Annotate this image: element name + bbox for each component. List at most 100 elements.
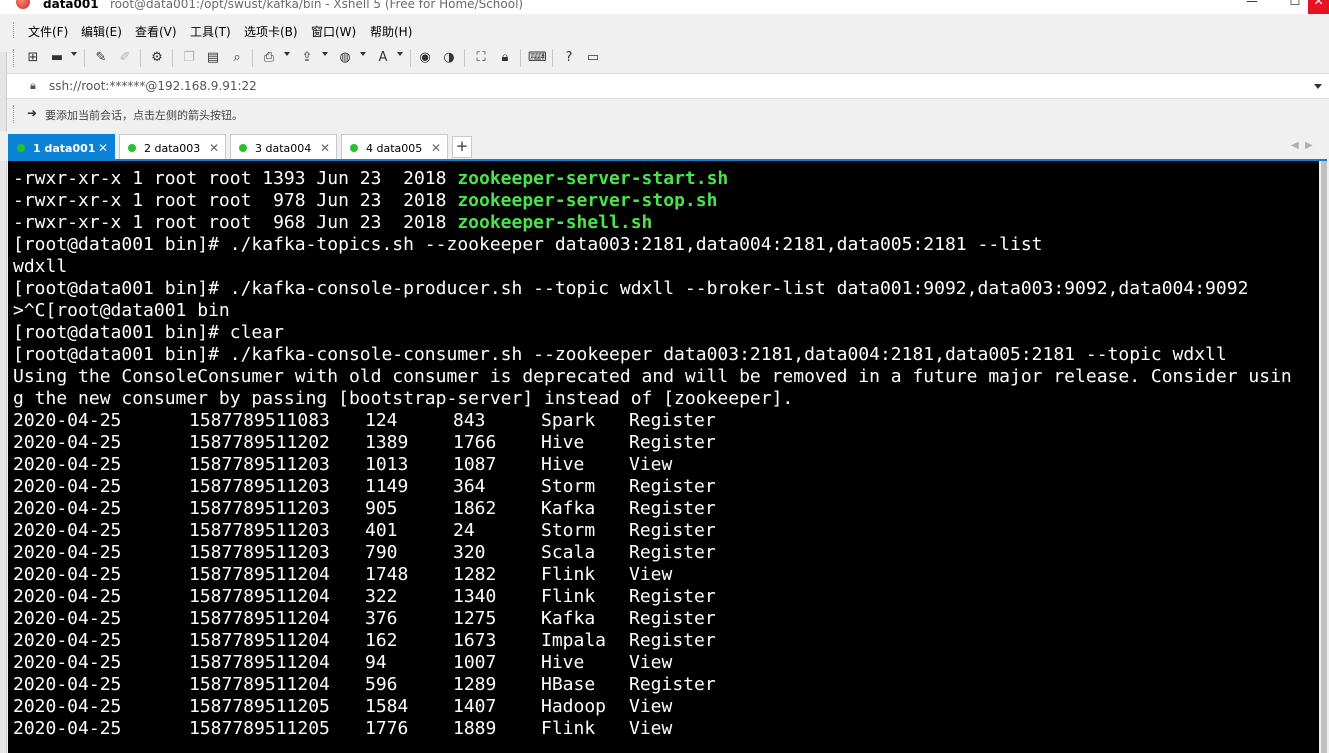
tab-data004[interactable]: 3 data004 ✕ <box>230 134 337 160</box>
paste-icon[interactable]: ▤ <box>204 49 222 67</box>
help-icon[interactable]: ? <box>560 49 578 67</box>
tab-data001[interactable]: 1 data001 ✕ <box>8 134 115 160</box>
tab-close-icon[interactable]: ✕ <box>98 141 108 155</box>
record-cell: View <box>629 696 673 717</box>
toolbar-separator <box>84 49 85 67</box>
terminal-line: >^C[root@data001 bin <box>13 300 230 321</box>
menu-window[interactable]: 窗口(W) <box>311 23 356 40</box>
record-cell: 322 <box>365 586 398 607</box>
transfer-dropdown-icon[interactable] <box>322 52 328 56</box>
record-cell: View <box>629 564 673 585</box>
record-cell: 401 <box>365 520 398 541</box>
terminal-scrollbar[interactable] <box>1319 161 1329 753</box>
minimize-button[interactable]: — <box>1229 0 1275 14</box>
toolbar-separator <box>140 49 141 67</box>
menu-file[interactable]: 文件(F) <box>28 23 68 40</box>
scrollbar-thumb[interactable] <box>1321 161 1327 753</box>
tab-bar: 1 data001 ✕ 2 data003 ✕ 3 data004 ✕ 4 da… <box>0 131 1329 161</box>
record-cell: 1587789511205 <box>189 718 330 739</box>
record-cell: 1275 <box>453 608 497 629</box>
script-icon[interactable]: ◉ <box>416 49 434 67</box>
xshell-app-icon <box>16 0 30 9</box>
terminal[interactable]: -rwxr-xr-x 1 root root 1393 Jun 23 2018 … <box>8 161 1319 753</box>
address-field[interactable]: ssh://root:******@192.168.9.91:22 <box>49 79 257 93</box>
new-session-icon[interactable]: ⊞ <box>24 49 42 67</box>
record-cell: Hadoop <box>541 696 607 717</box>
connect-icon[interactable]: ✎ <box>92 49 110 67</box>
keyboard-icon[interactable]: ⌨ <box>528 49 547 67</box>
record-cell: 1587789511204 <box>189 564 330 585</box>
tab-scroll-right-icon[interactable]: ▶ <box>1305 140 1313 151</box>
record-cell: 1587789511203 <box>189 476 330 497</box>
print-icon[interactable]: ⎙ <box>260 49 278 67</box>
tab-label: 2 data003 <box>144 142 201 155</box>
menu-edit[interactable]: 编辑(E) <box>81 23 122 40</box>
font-icon[interactable]: A <box>374 49 392 67</box>
tab-scroll-left-icon[interactable]: ◀ <box>1291 140 1299 151</box>
record-cell: View <box>629 718 673 739</box>
new-tab-button[interactable]: + <box>452 136 472 158</box>
print-dropdown-icon[interactable] <box>284 52 290 56</box>
record-cell: 1587789511203 <box>189 542 330 563</box>
copy-icon[interactable]: ❐ <box>180 49 198 67</box>
terminal-line: [root@data001 bin]# ./kafka-console-prod… <box>13 278 1249 299</box>
record-cell: Register <box>629 410 716 431</box>
record-cell: 1087 <box>453 454 497 475</box>
font-dropdown-icon[interactable] <box>397 52 403 56</box>
record-cell: 2020-04-25 <box>13 608 122 629</box>
window-title: root@data001:/opt/swust/kafka/bin - Xshe… <box>110 0 524 11</box>
record-cell: 2020-04-25 <box>13 410 122 431</box>
record-cell: 2020-04-25 <box>13 542 122 563</box>
record-cell: 1587789511203 <box>189 454 330 475</box>
record-cell: Register <box>629 674 716 695</box>
globe-icon[interactable]: ◍ <box>336 49 354 67</box>
lock-icon[interactable]: 🔒︎ <box>496 49 514 67</box>
menu-tools[interactable]: 工具(T) <box>190 23 231 40</box>
connected-status-icon <box>239 144 247 152</box>
find-icon[interactable]: ⌕ <box>228 49 246 67</box>
close-window-button[interactable]: ✕ <box>1308 0 1329 14</box>
record-cell: 1587789511204 <box>189 630 330 651</box>
tab-data005[interactable]: 4 data005 ✕ <box>341 134 448 160</box>
executable-filename: zookeeper-shell.sh <box>457 212 653 233</box>
record-cell: Hive <box>541 652 585 673</box>
record-cell: 1673 <box>453 630 497 651</box>
record-cell: 2020-04-25 <box>13 674 122 695</box>
fullscreen-icon[interactable]: ⛶ <box>472 49 490 67</box>
menu-help[interactable]: 帮助(H) <box>370 23 412 40</box>
terminal-line: g the new consumer by passing [bootstrap… <box>13 388 794 409</box>
session-properties-icon[interactable]: ⚙ <box>148 49 166 67</box>
menu-tabs[interactable]: 选项卡(B) <box>244 23 298 40</box>
record-cell: 2020-04-25 <box>13 586 122 607</box>
toolbar: ⊞ ▬ ✎ ✐ ⚙ ❐ ▤ ⌕ ⎙ ⇪ ◍ A ◉ ◑ ⛶ 🔒︎ ⌨ ? ▭ <box>0 43 1329 74</box>
transfer-icon[interactable]: ⇪ <box>298 49 316 67</box>
record-cell: 1340 <box>453 586 497 607</box>
terminal-line: wdxll <box>13 256 68 277</box>
chat-icon[interactable]: ▭ <box>584 49 602 67</box>
toolbar-separator <box>552 49 553 67</box>
terminal-line: [root@data001 bin]# ./kafka-console-cons… <box>13 344 1227 365</box>
toolbar-grip <box>13 49 16 67</box>
globe-dropdown-icon[interactable] <box>360 52 366 56</box>
record-cell: Register <box>629 498 716 519</box>
tab-close-icon[interactable]: ✕ <box>209 141 219 155</box>
disconnect-icon[interactable]: ✐ <box>116 49 134 67</box>
tab-label: 1 data001 <box>33 142 96 155</box>
tab-label: 4 data005 <box>366 142 423 155</box>
record-cell: 2020-04-25 <box>13 454 122 475</box>
open-dropdown-icon[interactable] <box>71 52 77 56</box>
tab-close-icon[interactable]: ✕ <box>320 141 330 155</box>
add-session-arrow-icon[interactable]: ➜ <box>27 106 37 120</box>
record-cell: 1282 <box>453 564 497 585</box>
open-folder-icon[interactable]: ▬ <box>48 49 66 67</box>
record-icon[interactable]: ◑ <box>440 49 458 67</box>
address-dropdown-icon[interactable] <box>1314 84 1322 89</box>
terminal-line: -rwxr-xr-x 1 root root 978 Jun 23 2018 z… <box>13 190 718 211</box>
menu-view[interactable]: 查看(V) <box>135 23 177 40</box>
record-cell: 2020-04-25 <box>13 630 122 651</box>
record-cell: Register <box>629 542 716 563</box>
tab-data003[interactable]: 2 data003 ✕ <box>119 134 226 160</box>
tab-close-icon[interactable]: ✕ <box>431 141 441 155</box>
record-cell: 596 <box>365 674 398 695</box>
record-cell: Flink <box>541 564 596 585</box>
